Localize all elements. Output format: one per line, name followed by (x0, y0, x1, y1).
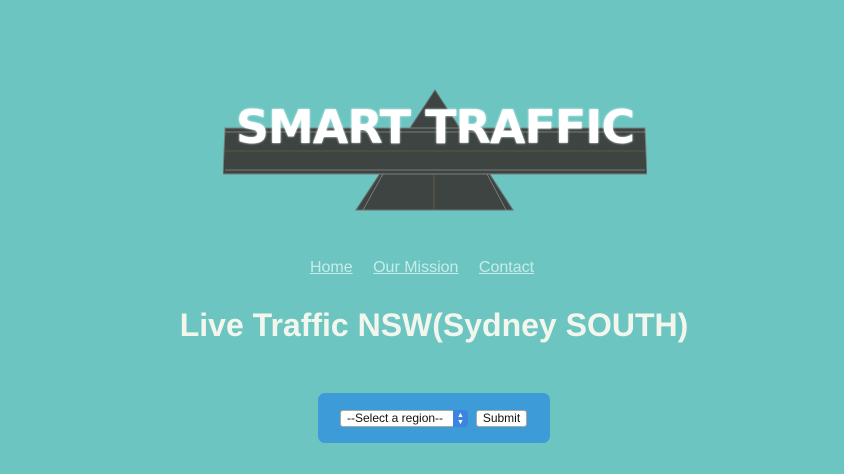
nav-link-home[interactable]: Home (310, 259, 353, 276)
main-nav: Home Our Mission Contact (0, 259, 844, 277)
nav-link-contact[interactable]: Contact (479, 259, 534, 276)
page-title: Live Traffic NSW(Sydney SOUTH) (179, 307, 689, 343)
nav-link-our-mission[interactable]: Our Mission (373, 259, 458, 276)
updown-arrows-icon: ▲ ▼ (453, 410, 468, 427)
submit-button[interactable]: Submit (476, 410, 527, 427)
region-select[interactable]: --Select a region-- ▲ ▼ (340, 410, 468, 427)
logo-text: SMART TRAFFIC (235, 100, 635, 154)
page: SMART TRAFFIC Home Our Mission Contact L… (0, 0, 844, 474)
region-select-value: --Select a region-- (347, 411, 444, 425)
region-form: --Select a region-- ▲ ▼ Submit (318, 393, 550, 443)
smart-traffic-logo: SMART TRAFFIC (223, 88, 647, 212)
